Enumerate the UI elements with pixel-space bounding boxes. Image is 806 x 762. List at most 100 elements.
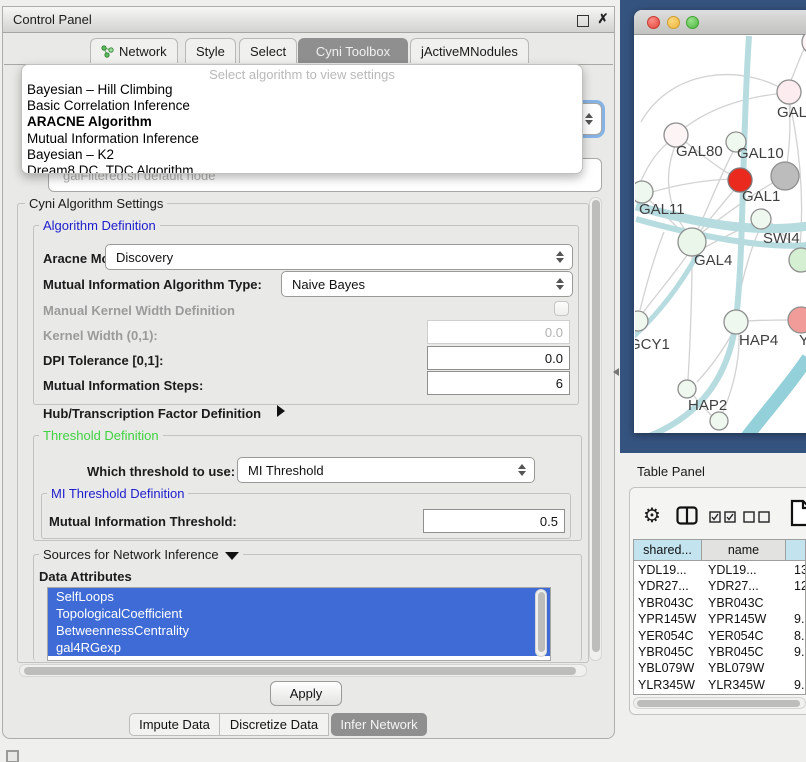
node-label: SWI4 — [763, 230, 800, 247]
cyni-settings-title: Cyni Algorithm Settings — [25, 196, 167, 211]
node-label: GAL1 — [742, 188, 780, 205]
column-header-shared-name[interactable]: shared... — [634, 540, 702, 561]
panel-corner-chip[interactable] — [6, 750, 19, 762]
tab-select[interactable]: Select — [239, 38, 297, 63]
tab-cyni-toolbox[interactable]: Cyni Toolbox — [298, 38, 408, 63]
document-icon[interactable] — [790, 499, 806, 527]
node-label: GCY1 — [635, 336, 670, 353]
algorithm-option[interactable]: Mutual Information Inference — [22, 131, 582, 147]
mi-steps-field[interactable]: 6 — [427, 371, 570, 395]
tab-discretize-data[interactable]: Discretize Data — [219, 713, 329, 736]
expand-arrow-icon[interactable] — [277, 405, 285, 417]
node-swi4[interactable] — [751, 209, 771, 229]
table-row[interactable]: YBR045CYBR045C9. — [634, 644, 805, 660]
table-row[interactable]: YBL079WYBL079W — [634, 660, 805, 676]
mac-close-icon[interactable] — [647, 16, 660, 29]
algorithm-option[interactable]: Dream8 DC_TDC Algorithm — [22, 163, 582, 174]
mi-threshold-field[interactable]: 0.5 — [423, 509, 565, 533]
data-attributes-label: Data Attributes — [39, 569, 132, 584]
combo-spinner-icon — [556, 251, 564, 263]
node[interactable] — [710, 412, 728, 430]
which-threshold-combo[interactable]: MI Threshold — [237, 457, 535, 483]
control-panel-titlebar: Control Panel ✗ — [3, 7, 614, 33]
node-green[interactable] — [789, 248, 806, 272]
node-hap4[interactable] — [724, 310, 748, 334]
which-threshold-label: Which threshold to use: — [87, 464, 235, 479]
node-label: GAL4 — [694, 252, 732, 269]
dpi-tolerance-field[interactable]: 0.0 — [427, 346, 570, 370]
list-item[interactable]: TopologicalCoefficient — [48, 605, 550, 622]
tab-impute-data[interactable]: Impute Data — [129, 713, 219, 736]
column-visibility-icon[interactable] — [676, 506, 698, 525]
manual-kernel-checkbox[interactable] — [554, 301, 569, 316]
tab-network[interactable]: Network — [90, 38, 178, 63]
control-panel-tabbar: Network Style Select Cyni Toolbox jActiv… — [4, 35, 613, 65]
node-gcy1[interactable] — [635, 311, 648, 331]
mi-threshold-group-title: MI Threshold Definition — [47, 486, 188, 501]
node-gal11[interactable] — [635, 181, 653, 203]
mac-minimize-icon[interactable] — [667, 16, 680, 29]
algorithm-option[interactable]: Basic Correlation Inference — [22, 98, 582, 114]
network-window-titlebar[interactable] — [634, 10, 806, 35]
mi-threshold-label: Mutual Information Threshold: — [49, 514, 237, 529]
algorithm-option-selected[interactable]: ARACNE Algorithm — [22, 114, 582, 130]
mi-type-label: Mutual Information Algorithm Type: — [43, 277, 262, 292]
splitpane-collapse-icon[interactable] — [613, 368, 619, 376]
gear-icon[interactable]: ⚙ — [643, 503, 661, 528]
table-row[interactable]: YIL052CYIL052C9 — [634, 693, 805, 695]
node-gray[interactable] — [771, 162, 799, 190]
algorithm-option[interactable]: Bayesian – Hill Climbing — [22, 82, 582, 98]
node-label: HAP2 — [688, 397, 727, 414]
list-scrollbar[interactable] — [535, 589, 547, 657]
kernel-width-field[interactable]: 0.0 — [427, 320, 570, 344]
data-attributes-list: SelfLoops TopologicalCoefficient Between… — [47, 587, 551, 661]
kernel-width-label: Kernel Width (0,1): — [43, 328, 158, 343]
network-canvas[interactable]: GAL GAL80 GAL10 GAL1 GAL11 GAL4 SWI4 GCY… — [635, 34, 806, 433]
algorithm-dropdown-popup: Select algorithm to view settings Bayesi… — [21, 64, 583, 174]
hub-definition-label[interactable]: Hub/Transcription Factor Definition — [43, 406, 261, 421]
table-row[interactable]: YER054CYER054C8. — [634, 628, 805, 644]
table-row[interactable]: YDR27...YDR27...12 — [634, 578, 805, 594]
table-row[interactable]: YBR043CYBR043C — [634, 595, 805, 611]
close-icon[interactable]: ✗ — [597, 13, 609, 25]
combo-spinner-icon — [556, 278, 564, 290]
list-item[interactable]: SelfLoops — [48, 588, 550, 605]
combo-spinner-icon — [585, 113, 593, 125]
list-item[interactable]: BetweennessCentrality — [48, 622, 550, 639]
node-label: GAL80 — [676, 143, 723, 160]
node-label: GAL11 — [639, 201, 685, 218]
settings-vertical-scrollbar[interactable] — [589, 197, 602, 661]
mi-type-combo[interactable]: Naive Bayes — [281, 271, 573, 297]
dpi-tolerance-label: DPI Tolerance [0,1]: — [43, 353, 163, 368]
node-label: Y — [799, 332, 806, 349]
select-all-columns-icon[interactable] — [709, 511, 737, 523]
control-panel-window: Control Panel ✗ Network Style Select Cyn… — [2, 6, 615, 739]
algorithm-definition-title: Algorithm Definition — [39, 218, 160, 233]
node-salmon[interactable] — [788, 307, 806, 333]
collapse-arrow-icon — [225, 552, 239, 560]
network-view-window[interactable]: GAL GAL80 GAL10 GAL1 GAL11 GAL4 SWI4 GCY… — [634, 10, 806, 433]
table-row[interactable]: YLR345WYLR345W9. — [634, 677, 805, 693]
table-horizontal-scrollbar[interactable] — [633, 697, 806, 709]
settings-horizontal-scrollbar[interactable] — [19, 664, 587, 677]
mac-zoom-icon[interactable] — [686, 16, 699, 29]
tab-infer-network[interactable]: Infer Network — [331, 713, 427, 736]
column-header-partial[interactable] — [786, 540, 806, 561]
tab-jactivemnodules[interactable]: jActiveMNodules — [410, 38, 529, 63]
node-hap2[interactable] — [678, 380, 696, 398]
unselect-all-columns-icon[interactable] — [743, 511, 771, 523]
table-row[interactable]: YPR145WYPR145W9. — [634, 611, 805, 627]
tab-label: Network — [119, 44, 167, 59]
list-item[interactable]: gal4RGexp — [48, 639, 550, 656]
aracne-mode-combo[interactable]: Discovery — [105, 244, 573, 270]
combo-spinner-icon — [518, 464, 526, 476]
tab-style[interactable]: Style — [185, 38, 236, 63]
sources-title[interactable]: Sources for Network Inference — [39, 547, 243, 562]
apply-button[interactable]: Apply — [270, 681, 342, 706]
float-window-icon[interactable] — [577, 15, 589, 27]
node-label: GAL10 — [737, 145, 784, 162]
algorithm-option[interactable]: Bayesian – K2 — [22, 147, 582, 163]
table-row[interactable]: YDL19...YDL19...13 — [634, 562, 805, 578]
node-gal7[interactable] — [777, 80, 801, 104]
column-header-name[interactable]: name — [702, 540, 786, 561]
